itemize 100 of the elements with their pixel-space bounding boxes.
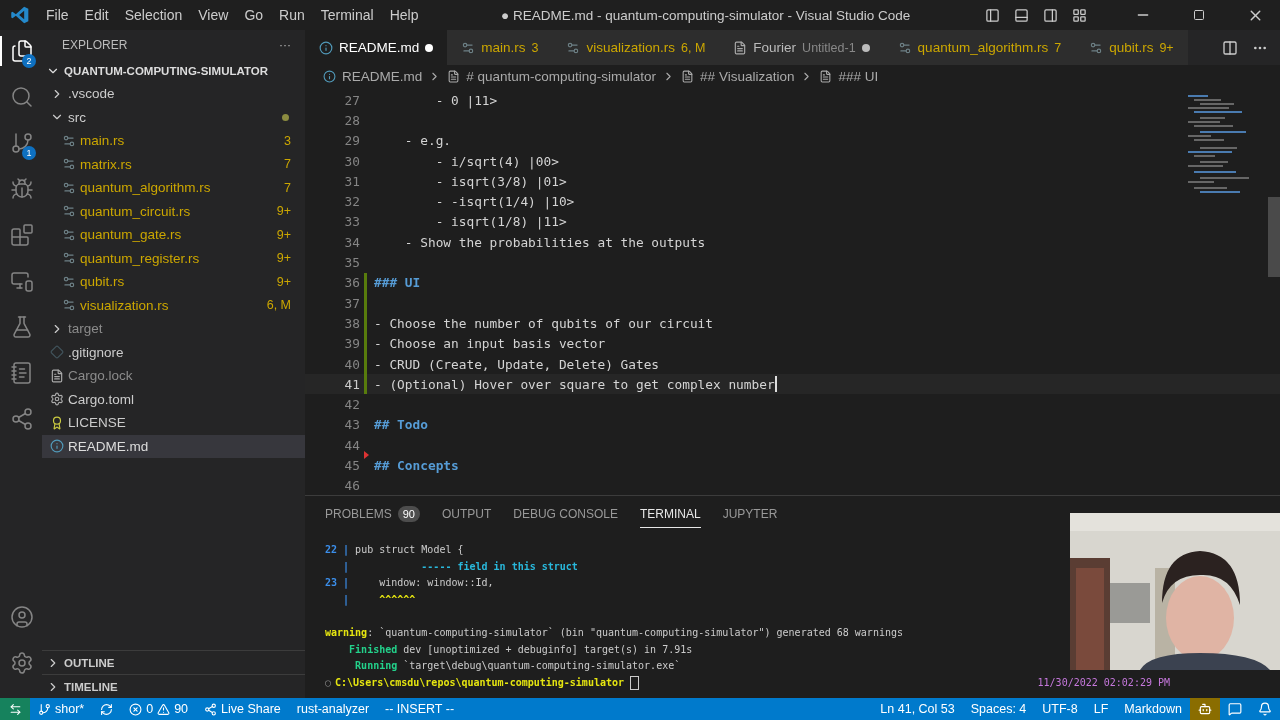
panel-tab[interactable]: JUPYTER — [722, 500, 778, 528]
account-icon[interactable] — [10, 605, 34, 629]
more-actions[interactable]: ··· — [279, 38, 291, 52]
share-icon[interactable] — [10, 407, 34, 431]
problem-count: 9+ — [276, 251, 291, 266]
secondary-sidebar-icon[interactable] — [1043, 7, 1058, 23]
file-tree-item[interactable]: quantum_register.rs 9+ — [42, 246, 305, 270]
code-heading: ## Concepts — [373, 458, 459, 473]
status-item[interactable]: Markdown — [1116, 698, 1190, 720]
section-header[interactable]: OUTLINE — [64, 656, 115, 669]
file-tree-item[interactable]: src — [42, 105, 305, 129]
notebook-icon[interactable] — [10, 361, 34, 385]
live-share-button[interactable]: Live Share — [196, 698, 289, 720]
problems-status[interactable]: 0 90 — [121, 698, 197, 720]
menu-item[interactable]: Selection — [116, 7, 191, 23]
error-count: 0 — [146, 702, 154, 716]
file-tree-item[interactable]: matrix.rs 7 — [42, 152, 305, 176]
line-number: 29 — [344, 133, 360, 149]
copilot-button[interactable] — [1190, 698, 1220, 720]
file-tree-item[interactable]: quantum_gate.rs 9+ — [42, 223, 305, 247]
menu-item[interactable]: Run — [271, 7, 313, 23]
settings-icon[interactable] — [10, 651, 34, 675]
file-tree-item[interactable]: main.rs 3 — [42, 129, 305, 153]
bug-icon[interactable] — [10, 177, 34, 201]
info-icon — [319, 40, 333, 55]
menu-item[interactable]: Edit — [76, 7, 117, 23]
sidebar-toggle-icon[interactable] — [985, 7, 1000, 23]
files-icon[interactable] — [10, 39, 34, 63]
menu-item[interactable]: File — [38, 7, 77, 23]
sidebar-title: EXPLORER — [62, 38, 128, 52]
panel-tab[interactable]: OUTPUT — [441, 500, 492, 528]
file-tree-item[interactable]: .gitignore — [42, 340, 305, 364]
editor-tab[interactable]: qubit.rs 9+ — [1075, 30, 1188, 65]
status-item[interactable]: rust-analyzer — [288, 698, 378, 720]
prompt-marker: ○ — [325, 675, 332, 690]
breadcrumb[interactable]: # quantum-computing-simulator — [466, 68, 657, 84]
blocks-icon[interactable] — [10, 223, 34, 247]
editor-tab[interactable]: visualization.rs 6, M — [552, 30, 720, 65]
status-item[interactable]: -- INSERT -- — [377, 698, 463, 720]
status-item[interactable]: LF — [1085, 698, 1117, 720]
file-tree-item[interactable]: Cargo.lock — [42, 364, 305, 388]
split-editor-icon[interactable] — [1222, 39, 1238, 56]
breadcrumb[interactable]: ## Visualization — [700, 68, 795, 84]
editor-tab[interactable]: README.md — [305, 30, 448, 65]
tab-detail: Untitled-1 — [802, 40, 856, 55]
file-tree-item[interactable]: .vscode — [42, 82, 305, 106]
code-line: - e.g. — [403, 133, 452, 149]
problem-count: 9+ — [276, 204, 291, 219]
branch-name: shor* — [55, 702, 85, 716]
file-tree-item[interactable]: quantum_circuit.rs 9+ — [42, 199, 305, 223]
code-line: - isqrt(3/8) |01> — [434, 173, 567, 189]
problem-count: 3 — [284, 133, 291, 148]
panel-toggle-icon[interactable] — [1014, 7, 1029, 23]
file-tree-item[interactable]: LICENSE — [42, 411, 305, 435]
menu-item[interactable]: View — [190, 7, 237, 23]
terminal-prompt: C:\Users\cmsdu\repos\quantum-computing-simulator — [335, 675, 624, 690]
problem-count: 6, M — [681, 40, 706, 55]
flask-icon[interactable] — [10, 315, 34, 339]
breadcrumb[interactable]: ### UI — [838, 68, 879, 84]
panel-tab[interactable]: DEBUG CONSOLE — [513, 500, 618, 528]
menu-item[interactable]: Terminal — [312, 7, 382, 23]
branch-icon[interactable] — [10, 131, 34, 155]
ribbon-icon — [50, 415, 64, 430]
status-item[interactable]: Spaces: 4 — [962, 698, 1035, 720]
menu-item[interactable]: Help — [381, 7, 427, 23]
breadcrumb[interactable]: README.md — [342, 68, 423, 84]
remote-button[interactable] — [0, 698, 30, 720]
panel-tab[interactable]: TERMINAL — [640, 500, 701, 528]
info-icon — [50, 439, 64, 454]
menu-item[interactable]: Go — [236, 7, 272, 23]
file-tree-item[interactable]: qubit.rs 9+ — [42, 270, 305, 294]
editor-tab[interactable]: main.rs 3 — [447, 30, 553, 65]
file-tree-item[interactable]: Cargo.toml — [42, 387, 305, 411]
status-item[interactable]: Ln 41, Col 53 — [872, 698, 963, 720]
editor-tab[interactable]: quantum_algorithm.rs 7 — [883, 30, 1076, 65]
panel-tab[interactable]: PROBLEMS 90 — [325, 499, 420, 529]
branch-icon — [38, 702, 51, 716]
terminal-text: `target\debug\quantum-computing-simulator.exe` — [402, 659, 681, 674]
file-icon — [733, 40, 748, 55]
project-header[interactable]: QUANTUM-COMPUTING-SIMULATOR — [64, 65, 268, 77]
file-tree-item[interactable]: target — [42, 317, 305, 341]
terminal-cursor — [630, 676, 639, 691]
branch-status[interactable]: shor* — [30, 698, 93, 720]
problem-count: 9+ — [276, 274, 291, 289]
monitor-icon[interactable] — [10, 269, 34, 293]
section-header[interactable]: TIMELINE — [64, 680, 118, 693]
code-line: - -isqrt(1/4) |10> — [434, 194, 575, 210]
maximize-icon[interactable] — [1193, 9, 1205, 21]
layout-icon[interactable] — [1072, 7, 1087, 23]
problem-count: 7 — [284, 180, 291, 195]
editor-tab[interactable]: Fourier Untitled-1 — [719, 30, 884, 65]
live-share-label: Live Share — [221, 702, 281, 716]
status-item[interactable]: UTF-8 — [1034, 698, 1086, 720]
file-tree-item[interactable]: README.md — [42, 434, 305, 458]
warning-count: 90 — [174, 702, 189, 716]
terminal-text: | — [342, 559, 351, 575]
line-number: 27 — [344, 92, 360, 108]
search-icon[interactable] — [10, 85, 34, 109]
file-tree-item[interactable]: visualization.rs 6, M — [42, 293, 305, 317]
file-tree-item[interactable]: quantum_algorithm.rs 7 — [42, 176, 305, 200]
